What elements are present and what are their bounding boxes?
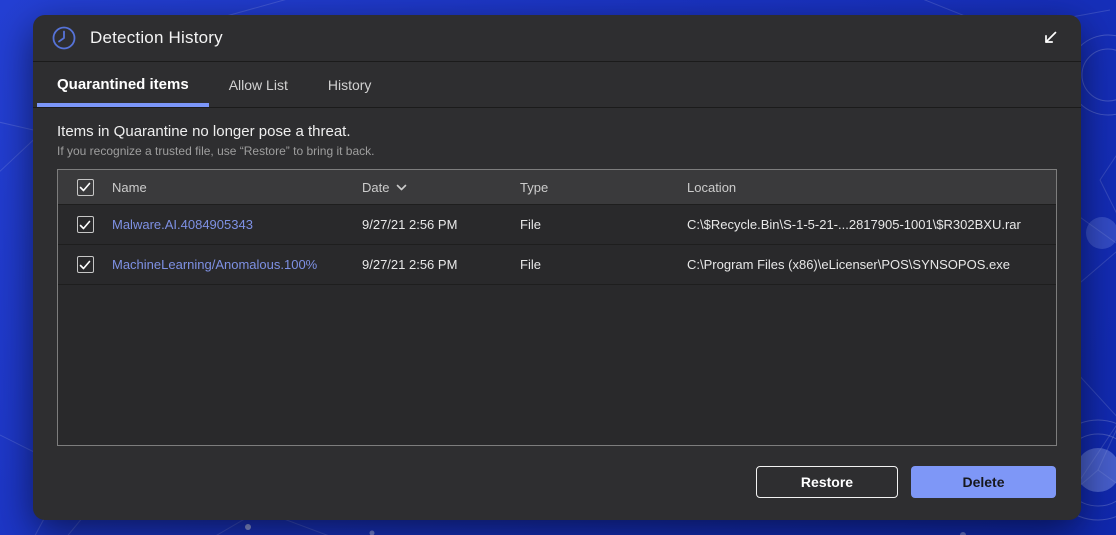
column-header-label: Date <box>362 179 390 195</box>
tab-label: History <box>327 76 372 93</box>
checkmark-icon <box>79 220 91 229</box>
column-header-name: Name <box>112 179 147 195</box>
tab-label: Allow List <box>228 76 288 93</box>
column-header-location: Location <box>687 179 737 195</box>
clock-history-icon <box>52 26 76 50</box>
row-checkbox[interactable] <box>76 216 94 233</box>
tab-quarantined-items[interactable]: Quarantined items <box>37 62 209 107</box>
threat-name-link[interactable]: MachineLearning/Anomalous.100% <box>112 257 317 272</box>
intro-heading: Items in Quarantine no longer pose a thr… <box>57 123 351 140</box>
tab-allow-list[interactable]: Allow List <box>209 62 308 107</box>
dialog-title: Detection History <box>90 28 223 47</box>
column-header-type: Type <box>520 179 549 195</box>
quarantine-table: Name Date Type Location Malware.AI.40849… <box>57 169 1057 446</box>
action-button-row: Restore Delete <box>57 466 1056 498</box>
threat-name-link[interactable]: Malware.AI.4084905343 <box>112 217 253 232</box>
row-date: 9/27/21 2:56 PM <box>362 217 458 232</box>
titlebar: Detection History <box>33 15 1081 62</box>
delete-button[interactable]: Delete <box>911 466 1056 498</box>
checkmark-icon <box>79 182 91 192</box>
table-empty-area <box>58 284 1056 445</box>
row-location: C:\Program Files (x86)\eLicenser\POS\SYN… <box>687 257 1010 272</box>
table-row: MachineLearning/Anomalous.100% 9/27/21 2… <box>58 244 1056 284</box>
tab-label: Quarantined items <box>57 76 189 93</box>
tab-bar: Quarantined items Allow List History <box>33 62 1081 108</box>
tab-history[interactable]: History <box>308 62 392 107</box>
checkmark-icon <box>79 260 91 269</box>
chevron-down-icon <box>397 184 407 190</box>
intro-section: Items in Quarantine no longer pose a thr… <box>57 123 1057 158</box>
intro-subheading: If you recognize a trusted file, use “Re… <box>57 144 375 158</box>
collapse-window-button[interactable] <box>1039 27 1061 49</box>
row-date: 9/27/21 2:56 PM <box>362 257 458 272</box>
row-checkbox-cell <box>58 256 112 273</box>
row-checkbox[interactable] <box>76 256 94 273</box>
table-header-row: Name Date Type Location <box>58 170 1056 204</box>
row-location: C:\$Recycle.Bin\S-1-5-21-...2817905-1001… <box>687 217 1021 232</box>
column-header-date[interactable]: Date <box>362 180 520 195</box>
restore-button[interactable]: Restore <box>756 466 898 498</box>
header-checkbox-cell <box>58 178 112 196</box>
row-type: File <box>520 257 541 272</box>
detection-history-dialog: Detection History Quarantined items Allo… <box>33 15 1081 520</box>
row-checkbox-cell <box>58 216 112 233</box>
row-type: File <box>520 217 541 232</box>
arrow-down-left-icon <box>1045 31 1057 43</box>
select-all-checkbox[interactable] <box>76 178 94 196</box>
table-row: Malware.AI.4084905343 9/27/21 2:56 PM Fi… <box>58 204 1056 244</box>
